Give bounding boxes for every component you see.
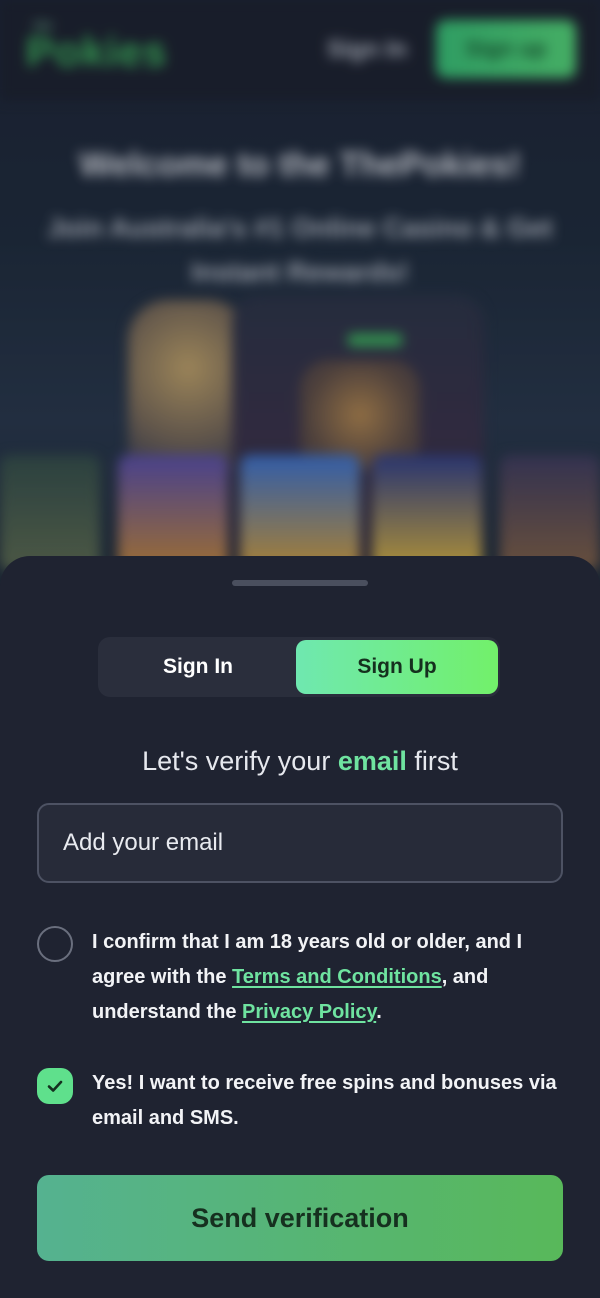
- checkmark-icon: [47, 1080, 63, 1092]
- tab-sign-in[interactable]: Sign In: [100, 640, 296, 694]
- email-field[interactable]: [37, 803, 563, 883]
- terms-link[interactable]: Terms and Conditions: [232, 966, 442, 988]
- promo-consent-text: Yes! I want to receive free spins and bo…: [92, 1072, 557, 1129]
- hero-overlay: [0, 0, 600, 600]
- sheet-drag-handle[interactable]: [232, 580, 368, 586]
- privacy-policy-link[interactable]: Privacy Policy: [242, 1001, 376, 1023]
- verify-heading: Let's verify your email first: [0, 746, 600, 777]
- age-consent-text-part: .: [376, 1001, 382, 1023]
- promo-consent-checkbox[interactable]: [37, 1068, 73, 1104]
- verify-heading-suffix: first: [414, 746, 458, 776]
- verify-heading-emphasis: email: [337, 746, 407, 776]
- send-verification-button[interactable]: Send verification: [37, 1175, 563, 1261]
- auth-bottom-sheet: Sign In Sign Up Let's verify your email …: [0, 556, 600, 1298]
- verify-heading-prefix: Let's verify your: [142, 746, 331, 776]
- tab-sign-up[interactable]: Sign Up: [296, 640, 498, 694]
- age-consent-text: I confirm that I am 18 years old or olde…: [92, 925, 567, 1030]
- age-consent-checkbox[interactable]: [37, 926, 73, 962]
- auth-tabs: Sign In Sign Up: [98, 637, 500, 697]
- hero-background: the Pokies Sign In Sign up Welcome to th…: [0, 0, 600, 600]
